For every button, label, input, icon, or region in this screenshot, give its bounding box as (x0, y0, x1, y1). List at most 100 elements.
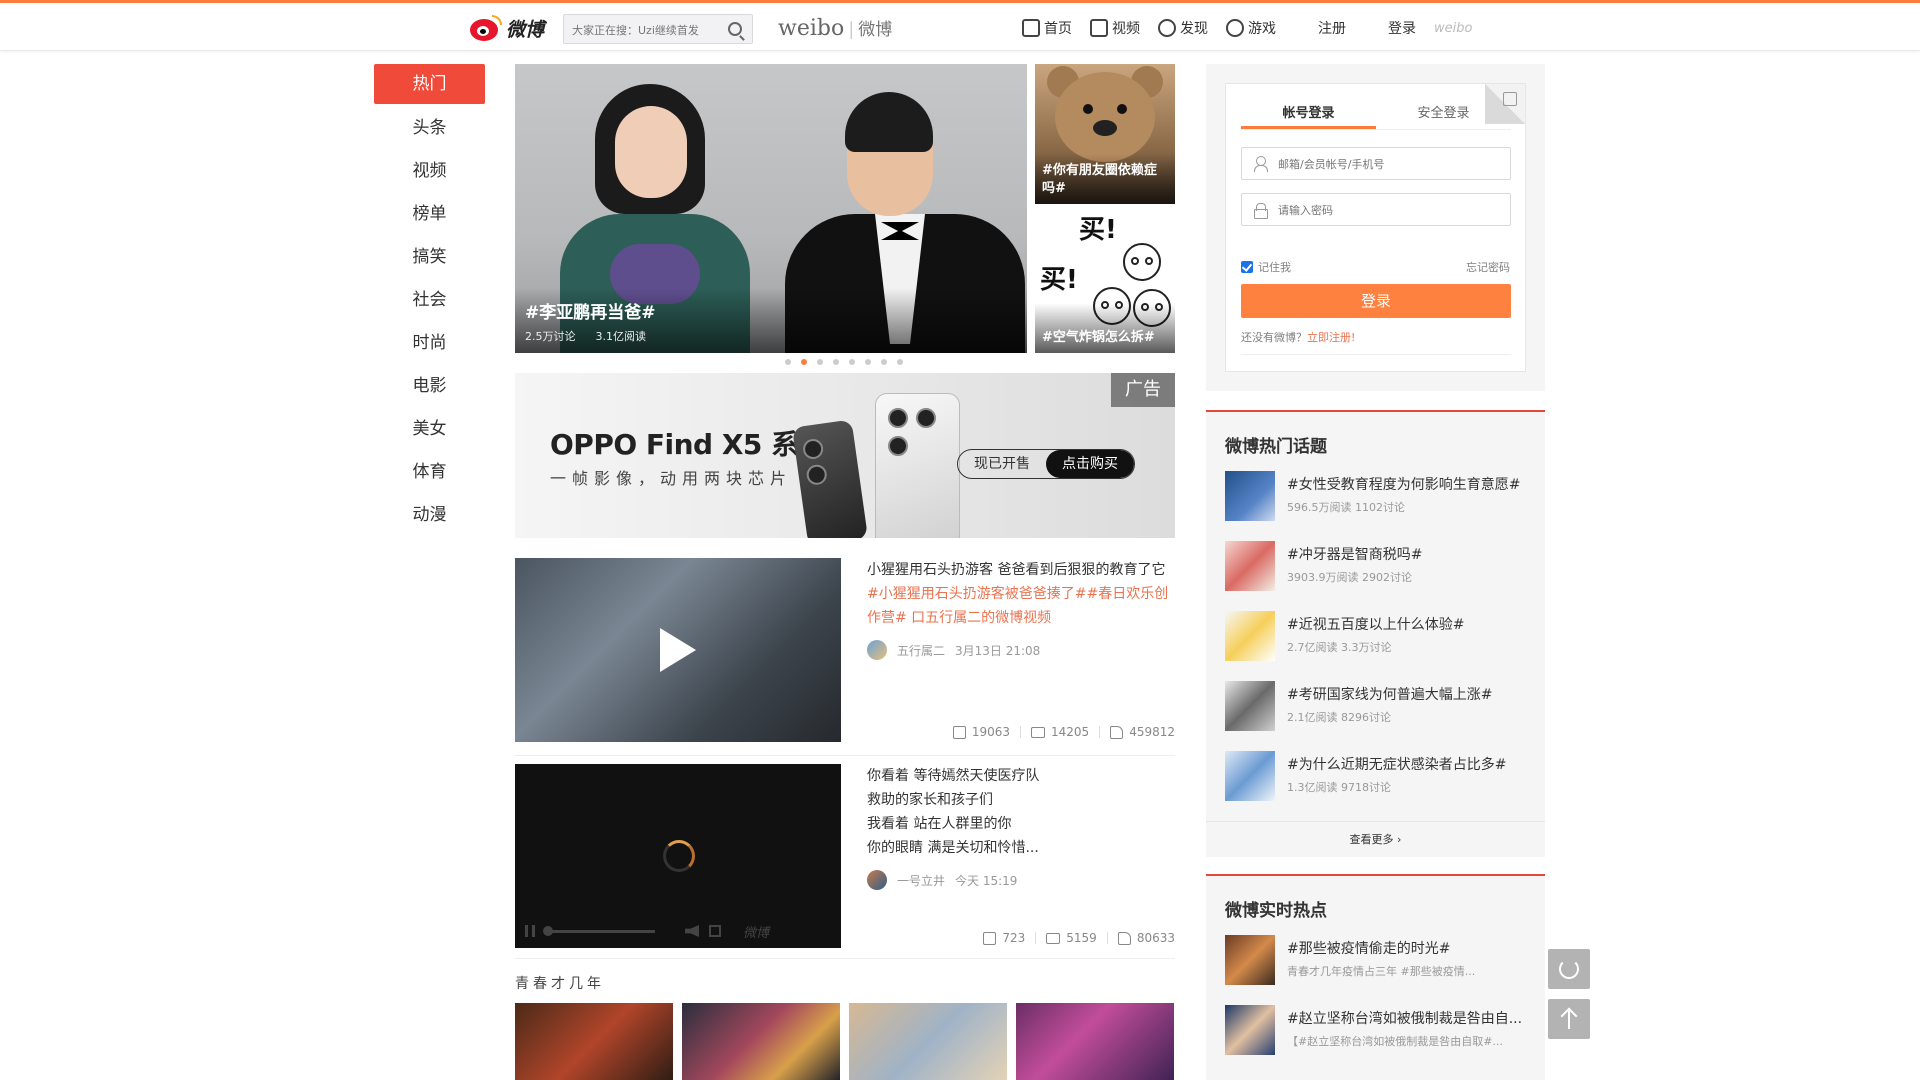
comment-count: 5159 (1066, 931, 1097, 945)
sidebar-item-rankings[interactable]: 榜单 (374, 193, 485, 236)
carousel-dot[interactable] (865, 359, 871, 365)
feed-line: 你的眼睛 满是关切和怜惜... (867, 840, 1039, 856)
topic-item[interactable]: #赵立坚称台湾如被俄制裁是咎由自... 【#赵立坚称台湾如被俄制裁是咎由自取#.… (1225, 1005, 1535, 1057)
carousel-dot-active[interactable] (801, 359, 807, 365)
remember-me[interactable]: 记住我 (1241, 259, 1291, 275)
sidebar-item-movies[interactable]: 电影 (374, 365, 485, 408)
carousel-dot[interactable] (817, 359, 823, 365)
topic-title[interactable]: #近视五百度以上什么体验# (1287, 614, 1527, 634)
topic-title[interactable]: #考研国家线为何普遍大幅上涨# (1287, 684, 1527, 704)
topic-item[interactable]: #冲牙器是智商税吗# 3903.9万阅读 2902讨论 (1225, 541, 1535, 593)
play-icon[interactable] (660, 628, 696, 672)
carousel-title[interactable]: #李亚鹏再当爸# (525, 298, 656, 323)
progress-bar[interactable] (543, 925, 655, 936)
topic-item[interactable]: #近视五百度以上什么体验# 2.7亿阅读 3.3万讨论 (1225, 611, 1535, 663)
search-input[interactable] (572, 21, 717, 39)
like-button[interactable]: 459812 (1110, 725, 1175, 739)
feed-text-tags[interactable]: #小猩猩用石头扔游客被爸爸揍了##春日欢乐创作营# 口五行属二的微博视频 (867, 586, 1168, 626)
carousel-dot[interactable] (849, 359, 855, 365)
sidebar-item-sports[interactable]: 体育 (374, 451, 485, 494)
nav-discover[interactable]: 发现 (1158, 18, 1208, 38)
sidebar-item-headlines[interactable]: 头条 (374, 107, 485, 150)
sidebar-item-video[interactable]: 视频 (374, 150, 485, 193)
discover-icon (1158, 19, 1176, 37)
carousel-dot[interactable] (833, 359, 839, 365)
ad-title: OPPO Find X5 系列 (550, 428, 827, 461)
sidebar-item-beauty[interactable]: 美女 (374, 408, 485, 451)
grid-thumbnail[interactable] (1016, 1003, 1174, 1080)
forgot-password-link[interactable]: 忘记密码 (1466, 259, 1510, 275)
login-button[interactable]: 登录 (1241, 284, 1511, 318)
nav-game[interactable]: 游戏 (1226, 18, 1276, 38)
topic-title[interactable]: #冲牙器是智商税吗# (1287, 544, 1527, 564)
tab-secure-login[interactable]: 安全登录 (1376, 102, 1511, 129)
back-to-top-button[interactable] (1548, 999, 1590, 1039)
see-more-link[interactable]: 查看更多 › (1206, 821, 1545, 857)
sidebar-item-hot[interactable]: 热门 (374, 64, 485, 104)
avatar[interactable] (867, 640, 887, 660)
video-thumbnail[interactable] (515, 558, 841, 742)
video-player[interactable]: 微博 (515, 764, 841, 948)
ad-buy-button[interactable]: 点击购买 (1046, 450, 1134, 478)
login-link[interactable]: 登录 (1388, 18, 1416, 38)
grid-thumbnail[interactable] (515, 1003, 673, 1080)
grid-thumbnail[interactable] (849, 1003, 1007, 1080)
topic-title[interactable]: #为什么近期无症状感染者占比多# (1287, 754, 1527, 774)
feed-actions: 723 5159 80633 (983, 931, 1175, 945)
tab-account-login[interactable]: 帐号登录 (1241, 102, 1376, 129)
ad-banner[interactable]: OPPO Find X5 系列 一帧影像，动用两块芯片 现已开售 点击购买 广告 (515, 373, 1175, 538)
search-icon[interactable] (728, 22, 742, 36)
carousel-dot[interactable] (785, 359, 791, 365)
topic-title[interactable]: #女性受教育程度为何影响生育意愿# (1287, 474, 1527, 494)
sidebar-item-society[interactable]: 社会 (374, 279, 485, 322)
comment-icon (1031, 726, 1045, 738)
feed-text[interactable]: 你看着 等待嫣然天使医疗队 救助的家长和孩子们 我看着 站在人群里的你 你的眼睛… (867, 764, 1172, 860)
topic-item[interactable]: #那些被疫情偷走的时光# 青春才几年疫情占三年 #那些被疫情... (1225, 935, 1535, 987)
password-field[interactable] (1241, 193, 1511, 226)
sidebar-item-fashion[interactable]: 时尚 (374, 322, 485, 365)
username-input[interactable] (1278, 156, 1498, 172)
carousel-main-slide[interactable]: #李亚鹏再当爸# 2.5万讨论 3.1亿阅读 (515, 64, 1027, 353)
topic-item[interactable]: #为什么近期无症状感染者占比多# 1.3亿阅读 9718讨论 (1225, 751, 1535, 803)
feed-author[interactable]: 一号立井 (897, 872, 945, 889)
realtime-hot-panel: 微博实时热点 #那些被疫情偷走的时光# 青春才几年疫情占三年 #那些被疫情...… (1206, 874, 1545, 1080)
like-icon (1117, 931, 1131, 945)
nav-home-label: 首页 (1044, 21, 1072, 37)
nav-discover-label: 发现 (1180, 21, 1208, 37)
brand-cn: 微博 (858, 20, 893, 40)
login-panel: 帐号登录 安全登录 记住我 忘记密码 登录 还没有微博？立即注册! (1206, 64, 1545, 391)
nav-home[interactable]: 首页 (1022, 18, 1072, 38)
topic-title[interactable]: #那些被疫情偷走的时光# (1287, 938, 1527, 958)
avatar[interactable] (867, 870, 887, 890)
volume-icon[interactable] (685, 925, 699, 937)
carousel-side-thumb-1[interactable]: #你有朋友圈依赖症吗# (1035, 64, 1175, 204)
share-button[interactable]: 19063 (952, 725, 1010, 739)
register-link[interactable]: 注册 (1318, 18, 1346, 38)
register-now-link[interactable]: 立即注册! (1307, 331, 1355, 344)
topic-title[interactable]: #赵立坚称台湾如被俄制裁是咎由自... (1287, 1008, 1527, 1028)
pause-icon[interactable] (525, 925, 535, 937)
nav-video[interactable]: 视频 (1090, 18, 1140, 38)
refresh-button[interactable] (1548, 949, 1590, 989)
password-input[interactable] (1278, 202, 1498, 218)
topic-item[interactable]: #考研国家线为何普遍大幅上涨# 2.1亿阅读 8296讨论 (1225, 681, 1535, 733)
like-button[interactable]: 80633 (1117, 931, 1175, 945)
sidebar-item-anime[interactable]: 动漫 (374, 494, 485, 537)
feed-text[interactable]: 小猩猩用石头扔游客 爸爸看到后狠狠的教育了它 #小猩猩用石头扔游客被爸爸揍了##… (867, 558, 1172, 630)
fullscreen-icon[interactable] (709, 925, 721, 937)
grid-thumbnail[interactable] (682, 1003, 840, 1080)
carousel-side-thumb-2[interactable]: 买! 买! #空气炸锅怎么拆# (1035, 209, 1175, 353)
topic-thumbnail (1225, 541, 1275, 591)
remember-checkbox[interactable] (1241, 261, 1253, 273)
username-field[interactable] (1241, 147, 1511, 180)
share-button[interactable]: 723 (983, 931, 1025, 945)
topic-item[interactable]: #女性受教育程度为何影响生育意愿# 596.5万阅读 1102讨论 (1225, 471, 1535, 523)
carousel-dot[interactable] (881, 359, 887, 365)
weibo-logo[interactable]: 微博 (470, 11, 544, 45)
sidebar-item-funny[interactable]: 搞笑 (374, 236, 485, 279)
carousel-dot[interactable] (897, 359, 903, 365)
comment-button[interactable]: 5159 (1046, 931, 1097, 945)
search-box[interactable] (563, 14, 753, 44)
feed-author[interactable]: 五行属二 (897, 642, 945, 659)
comment-button[interactable]: 14205 (1031, 725, 1089, 739)
